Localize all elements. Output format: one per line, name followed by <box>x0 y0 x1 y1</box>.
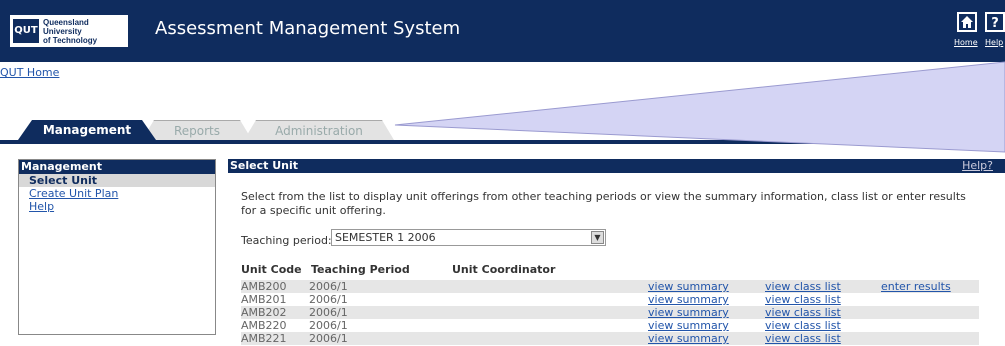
view-class-list-link[interactable]: view class list <box>765 319 841 332</box>
sidebar-item-create-unit-plan[interactable]: Create Unit Plan <box>19 187 215 200</box>
page-title: Select Unit <box>230 159 299 172</box>
view-class-list-link[interactable]: view class list <box>765 293 841 306</box>
view-summary-link[interactable]: view summary <box>648 293 729 306</box>
view-summary-link[interactable]: view summary <box>648 319 729 332</box>
intro-text: Select from the list to display unit off… <box>241 190 966 217</box>
teaching-period: 2006/1 <box>309 293 348 306</box>
unit-code: AMB201 <box>241 293 287 306</box>
table-row: AMB220 2006/1 view summary view class li… <box>241 319 979 332</box>
view-summary-link[interactable]: view summary <box>648 306 729 319</box>
column-header-unit-coordinator: Unit Coordinator <box>452 263 556 276</box>
unit-code: AMB202 <box>241 306 287 319</box>
view-summary-link[interactable]: view summary <box>648 332 729 345</box>
teaching-period-label: Teaching period: <box>241 234 332 247</box>
sidebar-heading: Management <box>19 160 215 174</box>
table-row: AMB202 2006/1 view summary view class li… <box>241 306 979 319</box>
teaching-period-select[interactable]: SEMESTER 1 2006 ▼ <box>331 229 606 246</box>
teaching-period-value: SEMESTER 1 2006 <box>335 231 436 244</box>
table-row: AMB200 2006/1 view summary view class li… <box>241 280 979 293</box>
teaching-period: 2006/1 <box>309 280 348 293</box>
sidebar-item-select-unit[interactable]: Select Unit <box>19 174 215 187</box>
chevron-down-icon[interactable]: ▼ <box>591 231 604 244</box>
view-class-list-link[interactable]: view class list <box>765 280 841 293</box>
view-summary-link[interactable]: view summary <box>648 280 729 293</box>
help-question-link[interactable]: Help? <box>962 159 993 173</box>
teaching-period: 2006/1 <box>309 332 348 345</box>
table-row: AMB221 2006/1 view summary view class li… <box>241 332 979 345</box>
main-panel-header: Select Unit Help? <box>228 159 1005 173</box>
unit-code: AMB200 <box>241 280 287 293</box>
sidebar-item-help[interactable]: Help <box>19 200 215 213</box>
teaching-period: 2006/1 <box>309 319 348 332</box>
sidebar: Management Select Unit Create Unit Plan … <box>18 159 216 335</box>
view-class-list-link[interactable]: view class list <box>765 332 841 345</box>
teaching-period: 2006/1 <box>309 306 348 319</box>
table-row: AMB201 2006/1 view summary view class li… <box>241 293 979 306</box>
enter-results-link[interactable]: enter results <box>881 280 951 293</box>
unit-code: AMB220 <box>241 319 287 332</box>
unit-code: AMB221 <box>241 332 287 345</box>
column-header-teaching-period: Teaching Period <box>311 263 410 276</box>
column-header-unit-code: Unit Code <box>241 263 302 276</box>
view-class-list-link[interactable]: view class list <box>765 306 841 319</box>
